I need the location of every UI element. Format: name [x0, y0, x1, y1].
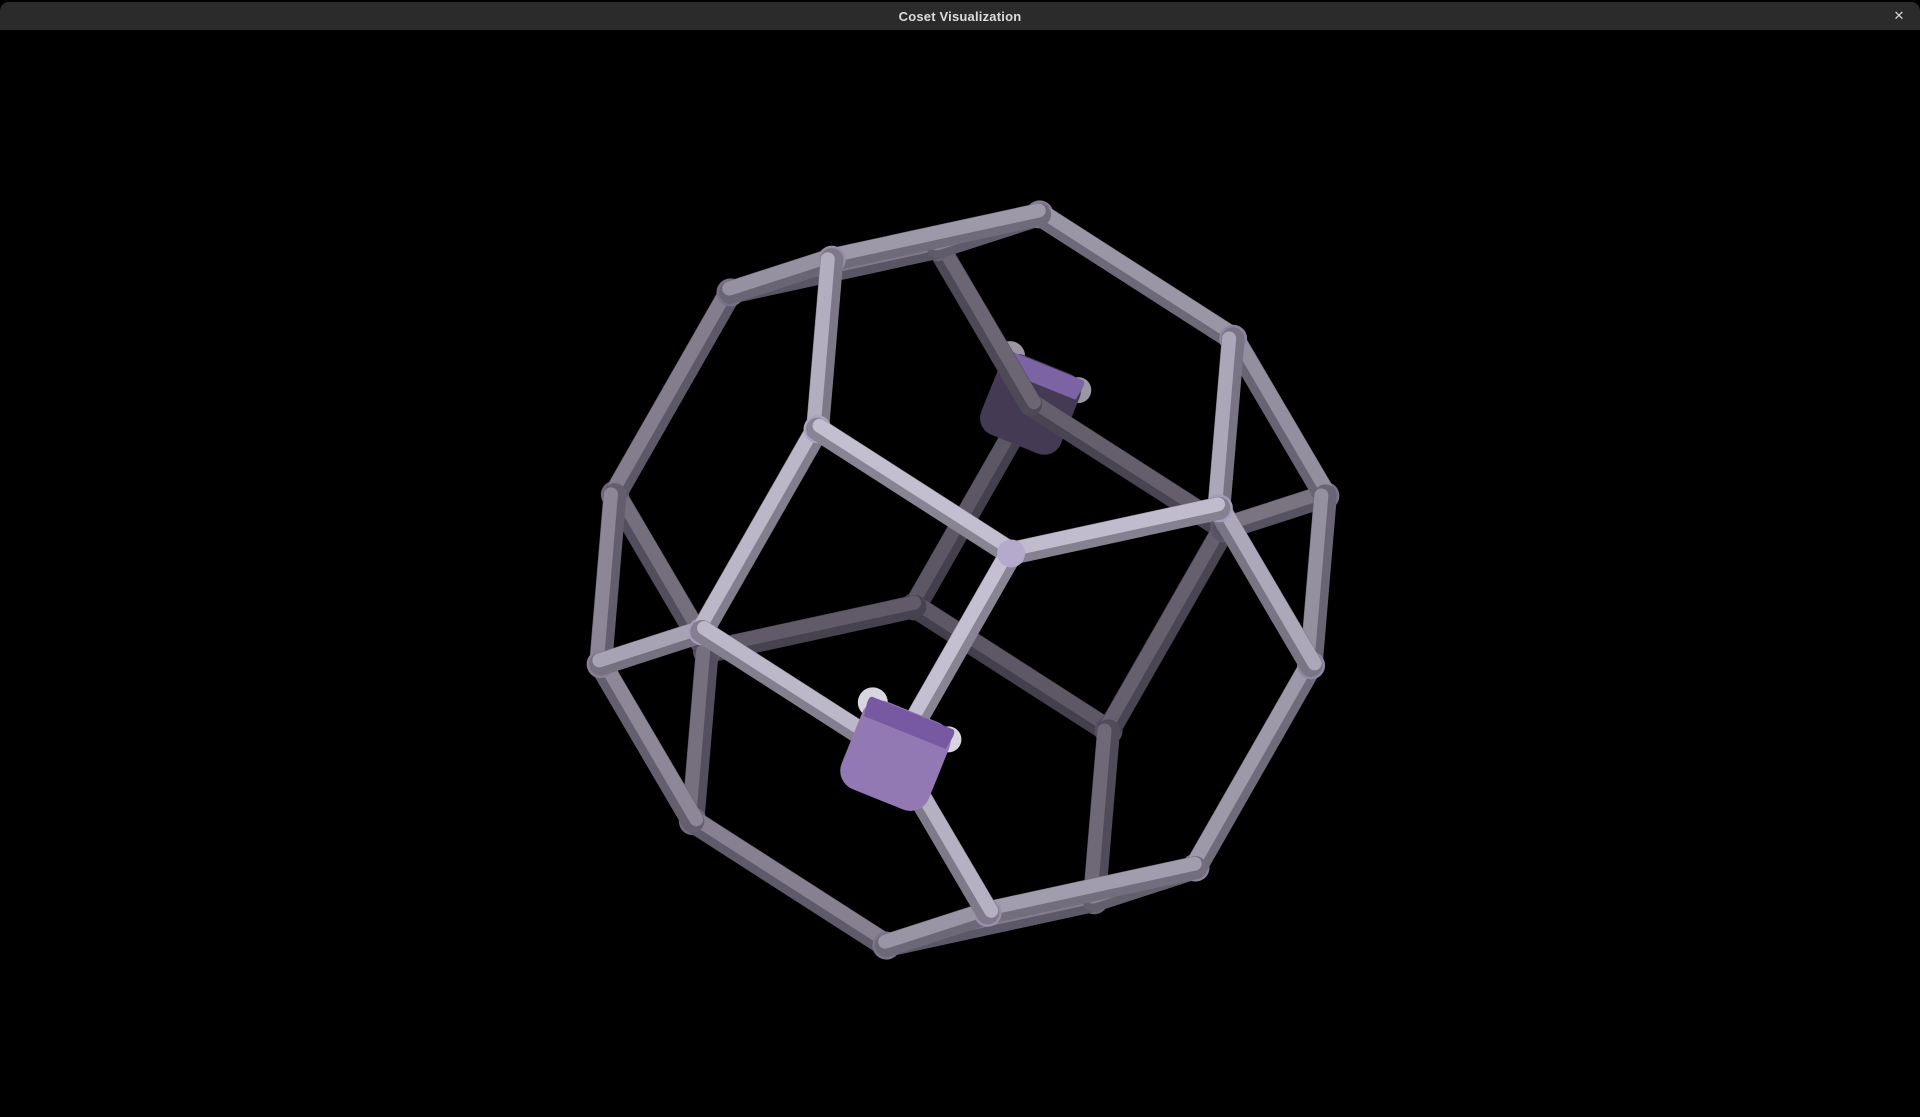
polyhedron-edge: [1090, 731, 1108, 901]
polyhedron-edge: [1040, 211, 1236, 339]
polyhedron-edge: [1219, 506, 1315, 665]
polyhedron-edge: [1307, 495, 1325, 665]
polyhedron-edge: [1233, 337, 1329, 496]
polyhedron-edge: [693, 818, 889, 946]
polyhedron-edge: [611, 290, 730, 494]
polyhedron-edge: [1105, 527, 1224, 731]
vertex-joint: [997, 539, 1025, 567]
polyhedron-edge: [1192, 663, 1311, 867]
polyhedron-edge: [729, 256, 832, 293]
window-title: Coset Visualization: [899, 9, 1022, 24]
3d-viewport[interactable]: [0, 30, 1920, 1117]
polyhedron-edge: [885, 909, 988, 946]
polyhedron-edge: [938, 245, 1034, 404]
polyhedron-edge: [597, 494, 615, 664]
polyhedron-edge: [698, 427, 817, 631]
polyhedron-edge: [689, 651, 707, 821]
close-button[interactable]: ✕: [1884, 2, 1914, 30]
app-window: Coset Visualization ✕: [0, 0, 1920, 1117]
highlight-node-front[interactable]: [826, 683, 968, 820]
wireframe-canvas[interactable]: [0, 30, 1920, 1117]
title-bar[interactable]: Coset Visualization ✕: [0, 2, 1920, 30]
polyhedron-edge: [601, 662, 697, 821]
polyhedron-edge: [1215, 338, 1233, 508]
polyhedron-edge: [1010, 504, 1219, 553]
